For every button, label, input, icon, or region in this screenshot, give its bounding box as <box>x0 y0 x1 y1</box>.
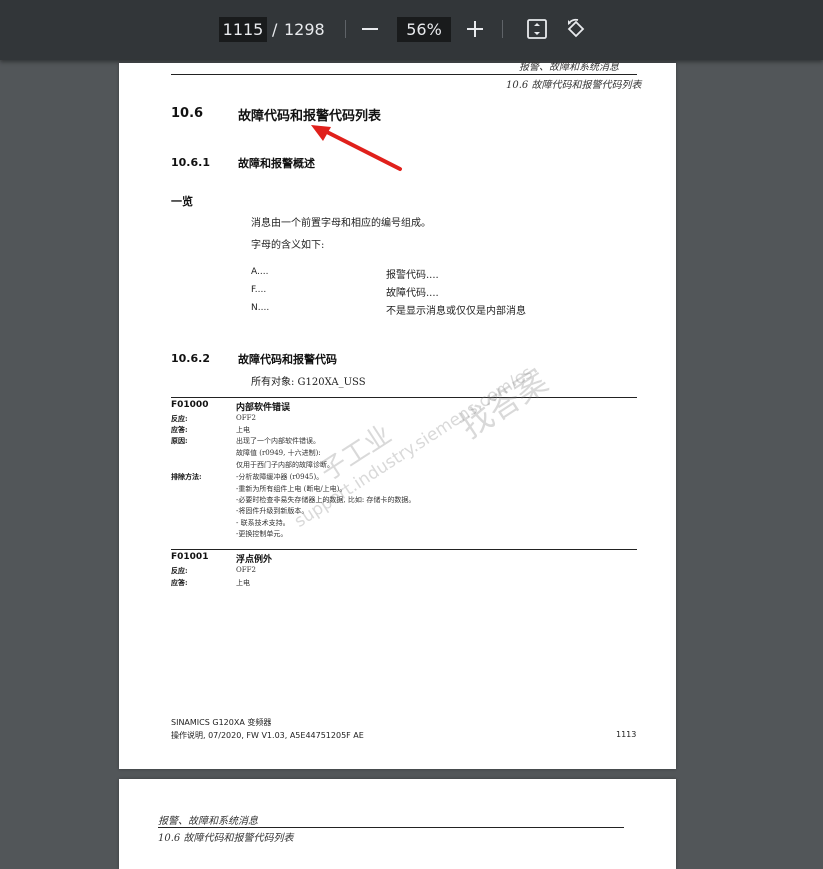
ack-label: 应答: <box>171 425 188 434</box>
fault-code: F01000 <box>171 400 209 410</box>
rotate-icon <box>567 18 585 38</box>
toolbar-divider <box>345 20 346 38</box>
letter-description: 故障代码.... <box>386 288 439 299</box>
fault-title: 浮点例外 <box>236 555 273 565</box>
footer-product: SINAMICS G120XA 变频器 <box>171 718 272 727</box>
reaction-label: 反应: <box>171 414 188 423</box>
fault-title: 内部软件错误 <box>236 403 291 413</box>
remedy-line: - 联系技术支持。 <box>236 519 290 527</box>
zoom-level-input[interactable]: 56% <box>397 17 451 42</box>
running-header-top: 报警、故障和系统消息 <box>519 62 619 73</box>
letter-code: A.... <box>251 267 269 277</box>
running-header-section: 10.6 故障代码和报警代码列表 <box>158 833 294 844</box>
intro-text: 消息由一个前置字母和相应的编号组成。 <box>251 218 431 229</box>
cause-line: 故障值 (r0949, 十六进制): <box>236 449 321 457</box>
toolbar-divider <box>502 20 503 38</box>
pdf-toolbar: 1115 / 1298 56% <box>0 0 823 60</box>
running-header-section: 10.6 故障代码和报警代码列表 <box>506 80 642 91</box>
fault-rule <box>171 397 637 398</box>
fit-to-page-button[interactable] <box>522 14 552 44</box>
subsection-number: 10.6.1 <box>171 156 210 169</box>
footer-edition: 操作说明, 07/2020, FW V1.03, A5E44751205F AE <box>171 731 364 740</box>
fault-rule <box>171 549 637 550</box>
letter-description: 不是显示消息或仅仅是内部消息 <box>386 306 526 317</box>
subsection-title: 故障和报警概述 <box>238 157 315 170</box>
minus-icon <box>362 28 378 30</box>
reaction-value: OFF2 <box>236 414 256 422</box>
remedy-line: -更换控制单元。 <box>236 530 288 538</box>
header-rule <box>158 827 624 828</box>
ack-value: 上电 <box>236 426 250 434</box>
reaction-label: 反应: <box>171 566 188 575</box>
zoom-in-button[interactable] <box>460 14 490 44</box>
page-number-input[interactable]: 1115 <box>219 17 267 42</box>
section-number: 10.6 <box>171 106 204 121</box>
pdf-page: 报警、故障和系统消息 10.6 故障代码和报警代码列表 <box>119 779 676 869</box>
running-header-top: 报警、故障和系统消息 <box>158 816 258 827</box>
remedy-label: 排除方法: <box>171 472 202 481</box>
ack-label: 应答: <box>171 578 188 587</box>
cause-label: 原因: <box>171 436 188 445</box>
red-arrow-annotation <box>311 125 402 171</box>
all-objects-text: 所有对象: G120XA_USS <box>251 377 366 388</box>
letter-code: F.... <box>251 285 267 295</box>
total-pages: 1298 <box>284 20 325 39</box>
pdf-page: 报警、故障和系统消息 10.6 故障代码和报警代码列表 10.6 故障代码和报警… <box>119 62 676 769</box>
page-separator: / <box>272 20 278 39</box>
cause-line: 出现了一个内部软件错误。 <box>236 437 320 445</box>
intro-text: 字母的含义如下: <box>251 240 325 251</box>
ack-value: 上电 <box>236 579 250 587</box>
letter-description: 报警代码.... <box>386 270 439 281</box>
page-number-footer: 1113 <box>616 730 637 739</box>
fault-code: F01001 <box>171 552 209 562</box>
rotate-button[interactable] <box>561 14 591 44</box>
zoom-out-button[interactable] <box>355 14 385 44</box>
subsection-number: 10.6.2 <box>171 352 210 365</box>
remedy-line: -分析故障缓冲器 (r0945)。 <box>236 473 324 481</box>
reaction-value: OFF2 <box>236 566 256 574</box>
fit-page-icon <box>527 19 547 39</box>
subsection-title: 故障代码和报警代码 <box>238 353 337 366</box>
header-rule <box>171 74 637 75</box>
plus-icon <box>467 21 483 37</box>
overview-heading: 一览 <box>171 195 193 208</box>
letter-code: N.... <box>251 303 270 313</box>
